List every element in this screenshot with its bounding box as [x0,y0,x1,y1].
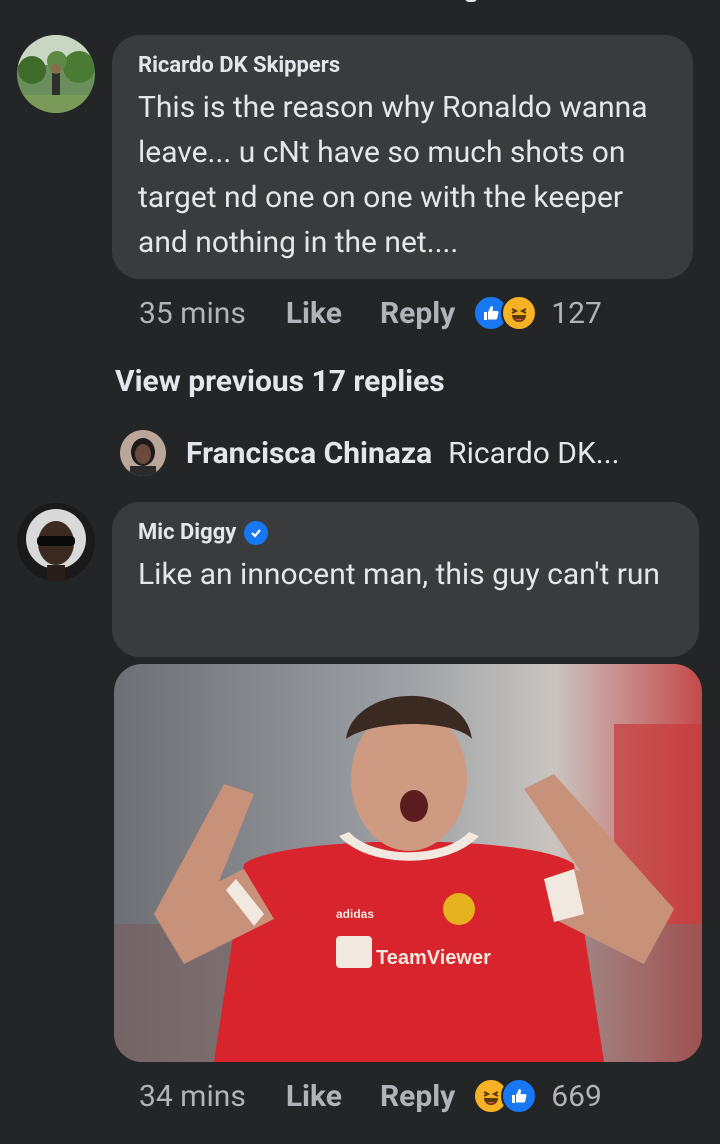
comment-bubble: Ricardo DK Skippers This is the reason w… [112,35,693,279]
reply-button[interactable]: Reply [380,1079,455,1114]
verified-badge-icon [244,520,269,545]
reaction-count: 669 [551,1078,602,1114]
reply-text: Ricardo DK... [448,435,620,471]
comment-actions: 35 mins Like Reply 127 [139,295,602,331]
like-button[interactable]: Like [286,296,342,331]
photo-image: TeamViewer adidas [114,664,702,1062]
comment-text: Like an innocent man, this guy can't run [138,557,660,592]
comment-author[interactable]: Mic Diggy [138,520,236,545]
reply-button[interactable]: Reply [380,296,455,331]
haha-reaction-icon [501,295,538,331]
comment-photo[interactable]: TeamViewer adidas [114,664,702,1062]
cutoff-text-fragment [465,0,477,2]
comment-actions: 34 mins Like Reply 669 [139,1078,602,1114]
reply-preview[interactable]: Francisca Chinaza Ricardo DK... [120,430,620,476]
comment-author[interactable]: Ricardo DK Skippers [138,53,340,78]
comment-bubble: Mic Diggy Like an innocent man, this guy… [112,502,699,657]
comment-timestamp[interactable]: 35 mins [139,296,246,331]
reply-author[interactable]: Francisca Chinaza [186,436,432,471]
avatar[interactable] [17,35,95,113]
avatar [120,430,166,476]
comment-text: This is the reason why Ronaldo wanna lea… [138,90,648,260]
reaction-count: 127 [551,295,602,331]
reaction-summary[interactable]: 127 [473,295,602,331]
avatar[interactable] [17,503,95,581]
comment-timestamp[interactable]: 34 mins [139,1079,246,1114]
comment-author-row: Mic Diggy [138,520,269,545]
like-reaction-icon [501,1078,538,1114]
jersey-sponsor-text: TeamViewer [376,947,491,969]
view-previous-replies-link[interactable]: View previous 17 replies [115,364,445,399]
jersey-brand-text: adidas [336,907,374,921]
like-button[interactable]: Like [286,1079,342,1114]
reaction-summary[interactable]: 669 [473,1078,602,1114]
